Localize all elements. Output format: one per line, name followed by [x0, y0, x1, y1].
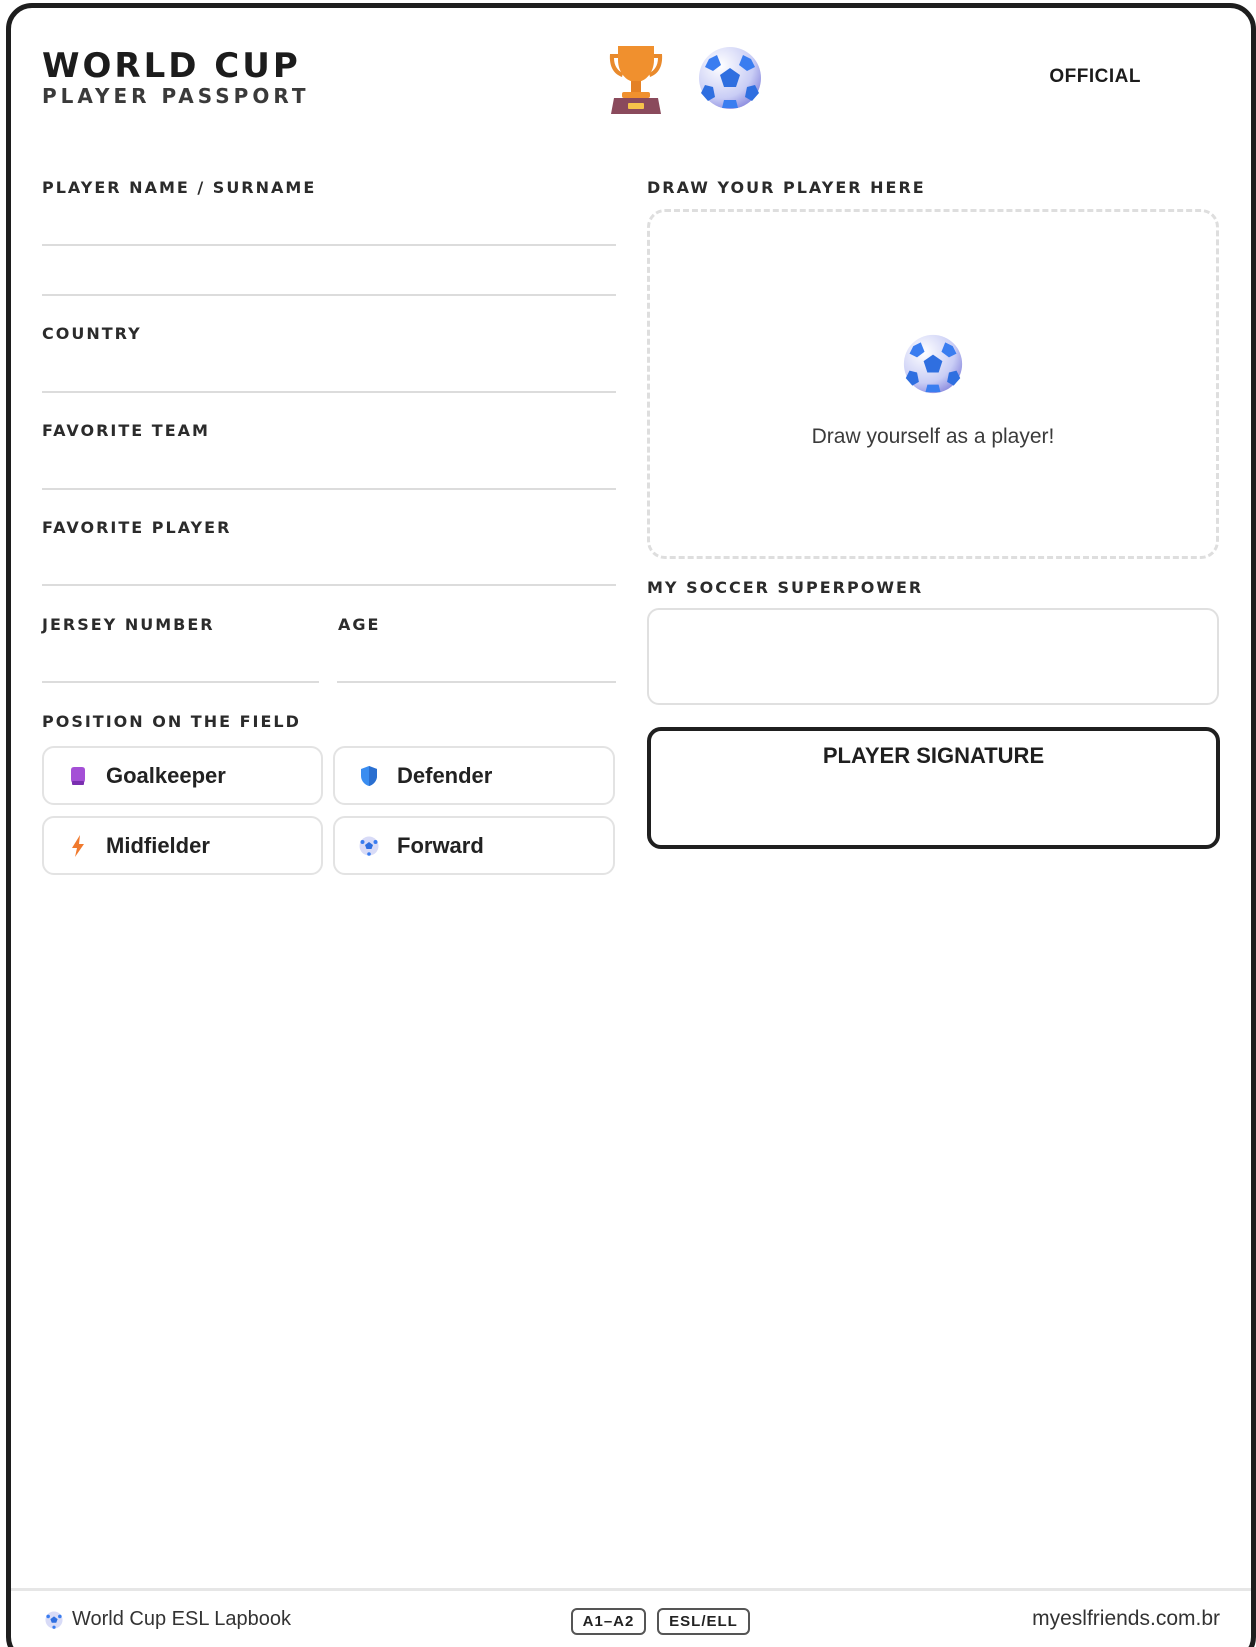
draw-player-label: DRAW YOUR PLAYER HERE	[647, 178, 926, 197]
jersey-number-line[interactable]	[42, 681, 319, 683]
draw-hint-text: Draw yourself as a player!	[811, 425, 1055, 448]
glove-icon	[66, 764, 90, 788]
country-line[interactable]	[42, 391, 616, 393]
soccer-ball-icon	[45, 1610, 63, 1629]
position-option-goalkeeper[interactable]: Goalkeeper	[42, 746, 323, 805]
esl-badge: ESL/ELL	[657, 1608, 750, 1635]
age-line[interactable]	[337, 681, 616, 683]
shield-icon	[357, 764, 381, 788]
page-subtitle: PLAYER PASSPORT	[42, 84, 310, 108]
position-option-label: Midfielder	[106, 832, 210, 858]
position-option-midfielder[interactable]: Midfielder	[42, 816, 323, 875]
footer-divider	[11, 1588, 1251, 1591]
player-name-line-2[interactable]	[42, 294, 616, 296]
trophy-icon	[609, 46, 663, 114]
position-option-label: Forward	[397, 832, 484, 858]
position-option-label: Defender	[397, 762, 493, 788]
page-title: WORLD CUP	[42, 46, 301, 86]
footer-brand-text: World Cup ESL Lapbook	[72, 1608, 292, 1630]
signature-label: PLAYER SIGNATURE	[822, 743, 1045, 768]
soccer-ball-icon	[699, 47, 761, 109]
official-stamp: OFFICIAL	[1049, 66, 1141, 87]
favorite-team-line[interactable]	[42, 488, 616, 490]
country-label: COUNTRY	[42, 324, 142, 343]
position-option-forward[interactable]: Forward	[333, 816, 615, 875]
jersey-number-label: JERSEY NUMBER	[42, 615, 215, 634]
position-option-defender[interactable]: Defender	[333, 746, 615, 805]
footer-brand: World Cup ESL Lapbook	[45, 1608, 291, 1631]
lightning-icon	[66, 834, 90, 858]
level-badge: A1–A2	[571, 1608, 646, 1635]
player-name-label: PLAYER NAME / SURNAME	[42, 178, 317, 197]
age-label: AGE	[338, 615, 381, 634]
position-option-label: Goalkeeper	[106, 762, 226, 788]
footer-website[interactable]: myeslfriends.com.br	[1032, 1607, 1220, 1631]
favorite-team-label: FAVORITE TEAM	[42, 421, 210, 440]
position-label: POSITION ON THE FIELD	[42, 712, 301, 731]
favorite-player-line[interactable]	[42, 584, 616, 586]
favorite-player-label: FAVORITE PLAYER	[42, 518, 232, 537]
superpower-label: MY SOCCER SUPERPOWER	[647, 578, 924, 597]
player-name-line-1[interactable]	[42, 244, 616, 246]
soccer-ball-icon	[903, 334, 963, 394]
superpower-box[interactable]	[647, 608, 1219, 705]
soccer-ball-icon	[357, 834, 381, 858]
